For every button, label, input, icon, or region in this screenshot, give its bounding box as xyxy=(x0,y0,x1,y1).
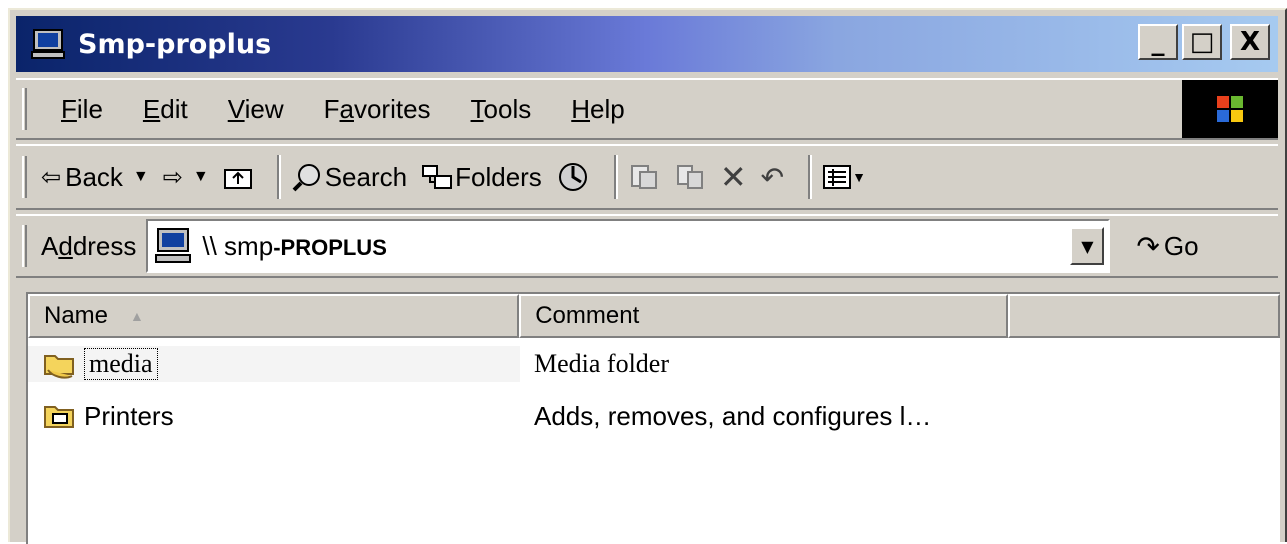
windows-logo-icon xyxy=(1182,80,1278,138)
list-item-name: media xyxy=(84,348,158,380)
menu-favorites[interactable]: Favorites xyxy=(304,94,451,125)
printers-folder-icon xyxy=(44,406,74,428)
close-button[interactable]: X xyxy=(1230,24,1270,60)
list-item[interactable]: media Media folder xyxy=(28,338,1280,390)
window-title: Smp-proplus xyxy=(78,28,272,60)
menu-tools[interactable]: Tools xyxy=(451,94,552,125)
toolbar-separator xyxy=(613,155,618,199)
history-icon xyxy=(558,163,587,191)
go-arrow-icon: ↷ xyxy=(1136,230,1160,262)
delete-icon: ✕ xyxy=(719,159,747,195)
address-value: \\ smp-PROPLUS xyxy=(202,230,387,261)
history-button[interactable] xyxy=(556,160,590,194)
go-button[interactable]: ↷ Go xyxy=(1136,230,1198,263)
list-item[interactable]: Printers Adds, removes, and configures l… xyxy=(28,390,1280,442)
forward-arrow-icon: ⇨ xyxy=(162,163,183,191)
back-dropdown-icon[interactable]: ▼ xyxy=(133,168,149,186)
column-empty-header[interactable] xyxy=(1008,294,1280,338)
address-grip[interactable] xyxy=(22,225,27,267)
forward-dropdown-icon[interactable]: ▼ xyxy=(193,168,209,186)
toolbar-separator xyxy=(808,155,813,199)
menu-file[interactable]: File xyxy=(41,94,123,125)
column-comment-header[interactable]: Comment xyxy=(519,294,1009,338)
move-to-icon xyxy=(630,165,657,189)
up-folder-button[interactable] xyxy=(223,164,253,190)
shared-folder-icon xyxy=(44,355,74,379)
title-bar[interactable]: Smp-proplus _ □ X xyxy=(16,16,1278,72)
address-dropdown-button[interactable]: ▼ xyxy=(1070,227,1105,265)
search-button[interactable]: Search xyxy=(291,161,407,193)
menu-view[interactable]: View xyxy=(208,94,304,125)
file-list: Name ▲ Comment media Media folder Printe… xyxy=(26,292,1280,544)
copy-to-button[interactable] xyxy=(674,162,706,192)
menu-grip[interactable] xyxy=(22,88,27,130)
computer-icon xyxy=(155,228,192,263)
delete-button[interactable]: ✕ xyxy=(720,158,747,196)
sort-ascending-icon: ▲ xyxy=(130,308,144,324)
address-bar: Address \\ smp-PROPLUS ▼ ↷ Go xyxy=(16,214,1278,278)
computer-icon xyxy=(28,24,68,64)
address-input[interactable]: \\ smp-PROPLUS ▼ xyxy=(146,219,1111,273)
views-dropdown-icon[interactable]: ▼ xyxy=(852,169,866,185)
menu-help[interactable]: Help xyxy=(551,94,644,125)
toolbar-grip[interactable] xyxy=(22,156,27,198)
toolbar-separator xyxy=(276,155,281,199)
list-header: Name ▲ Comment xyxy=(28,294,1280,338)
folders-icon xyxy=(422,165,453,189)
back-arrow-icon: ⇦ xyxy=(41,163,62,191)
folders-button[interactable]: Folders xyxy=(421,162,542,193)
address-label: Address xyxy=(41,230,137,261)
undo-button[interactable]: ↶ xyxy=(761,161,784,194)
menu-bar: File Edit View Favorites Tools Help xyxy=(16,78,1278,140)
list-item-name: Printers xyxy=(84,400,174,431)
undo-icon: ↶ xyxy=(760,161,785,193)
move-to-button[interactable] xyxy=(628,162,660,192)
list-item-comment: Media folder xyxy=(534,349,670,378)
up-folder-icon xyxy=(223,169,252,189)
back-button[interactable]: ⇦ Back ▼ xyxy=(41,162,149,193)
explorer-window: Smp-proplus _ □ X File Edit View Favorit… xyxy=(8,8,1287,544)
minimize-button[interactable]: _ xyxy=(1138,24,1178,60)
views-button[interactable]: ▼ xyxy=(822,164,866,190)
copy-to-icon xyxy=(676,165,703,189)
maximize-button[interactable]: □ xyxy=(1182,24,1222,60)
search-icon xyxy=(292,164,320,192)
menu-edit[interactable]: Edit xyxy=(123,94,208,125)
column-name-header[interactable]: Name ▲ xyxy=(28,294,520,338)
views-icon xyxy=(823,165,852,189)
standard-toolbar: ⇦ Back ▼ ⇨ ▼ Search Folders ✕ ↶ ▼ xyxy=(16,144,1278,210)
forward-button[interactable]: ⇨ ▼ xyxy=(163,163,209,192)
list-item-comment: Adds, removes, and configures l… xyxy=(534,400,932,431)
